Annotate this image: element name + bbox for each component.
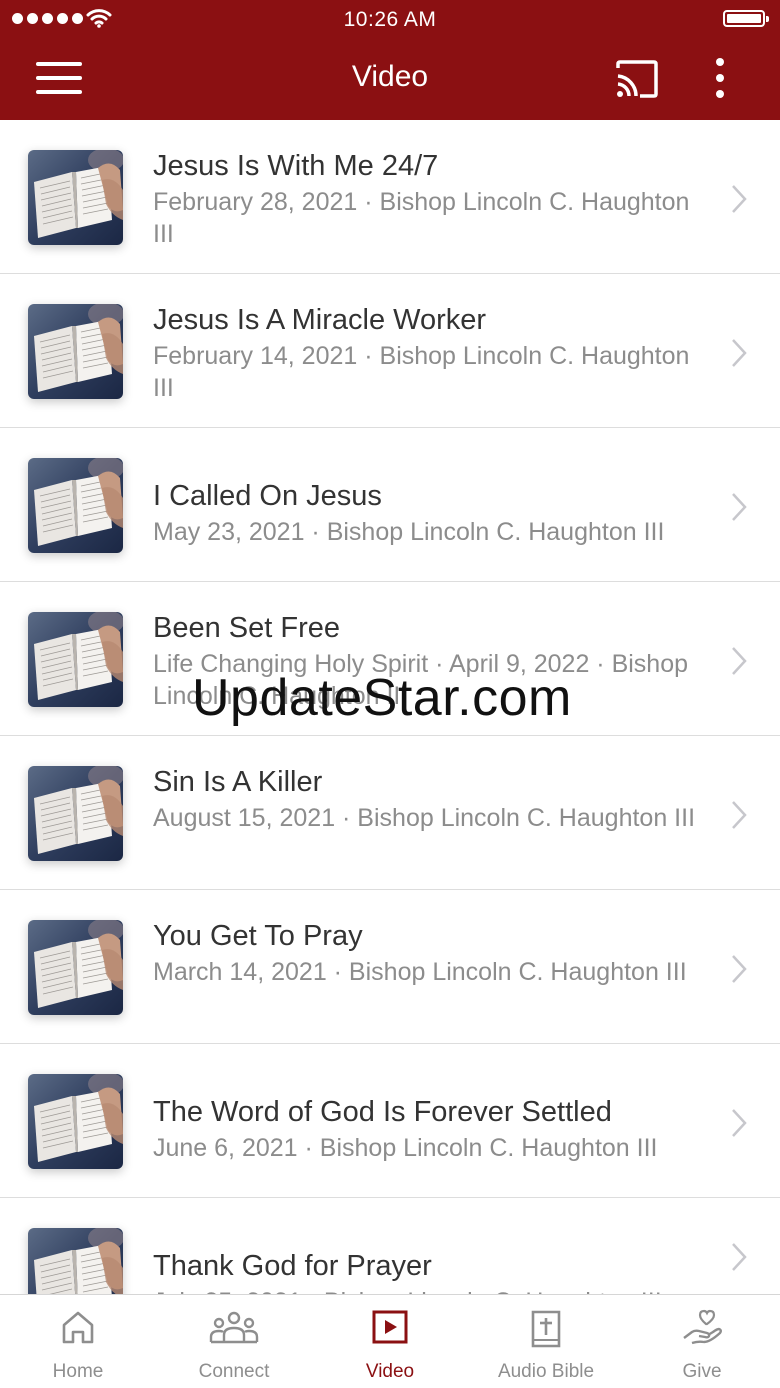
hamburger-menu-icon[interactable] xyxy=(36,62,82,96)
chevron-right-icon xyxy=(732,955,747,983)
chevron-right-icon xyxy=(732,185,747,213)
video-thumbnail xyxy=(28,150,123,245)
chevron-right-icon xyxy=(732,1109,747,1137)
video-list-item[interactable]: I Called On Jesus May 23, 2021 · Bishop … xyxy=(0,428,780,582)
tab-audio-bible-label: Audio Bible xyxy=(497,1361,595,1382)
tab-connect[interactable]: Connect xyxy=(156,1295,312,1388)
bottom-tab-bar: Home Connect Video Audio Bible Give xyxy=(0,1294,780,1387)
video-title: Been Set Free xyxy=(153,612,340,644)
video-title: The Word of God Is Forever Settled xyxy=(153,1096,612,1128)
cast-icon[interactable] xyxy=(612,58,662,102)
video-subtitle: June 6, 2021 · Bishop Lincoln C. Haughto… xyxy=(153,1134,658,1162)
chevron-right-icon xyxy=(732,647,747,675)
video-thumbnail xyxy=(28,612,123,707)
battery-icon xyxy=(723,10,769,27)
video-title: Thank God for Prayer xyxy=(153,1250,432,1282)
chevron-right-icon xyxy=(732,339,747,367)
giving-hand-heart-icon xyxy=(683,1309,722,1345)
tab-home-label: Home xyxy=(52,1361,104,1382)
tab-connect-label: Connect xyxy=(198,1361,270,1382)
video-thumbnail xyxy=(28,1228,123,1294)
video-subtitle: March 14, 2021 · Bishop Lincoln C. Haugh… xyxy=(153,958,687,986)
video-thumbnail xyxy=(28,304,123,399)
video-subtitle: February 28, 2021 · Bishop Lincoln C. Ha… xyxy=(153,188,690,248)
video-list-item[interactable]: Thank God for Prayer July 25, 2021 · Bis… xyxy=(0,1198,780,1294)
app-header: 10:26 AM Video xyxy=(0,0,780,120)
video-title: You Get To Pray xyxy=(153,920,363,952)
video-subtitle: February 14, 2021 · Bishop Lincoln C. Ha… xyxy=(153,342,690,402)
tab-home[interactable]: Home xyxy=(0,1295,156,1388)
video-list-item[interactable]: Jesus Is With Me 24/7 February 28, 2021 … xyxy=(0,120,780,274)
chevron-right-icon xyxy=(732,1243,747,1271)
status-time: 10:26 AM xyxy=(343,8,437,31)
watermark-text: UpdateStar.com xyxy=(192,669,572,727)
tab-give[interactable]: Give xyxy=(624,1295,780,1388)
tab-give-label: Give xyxy=(682,1361,722,1382)
video-title: Sin Is A Killer xyxy=(153,766,323,798)
video-title: Jesus Is A Miracle Worker xyxy=(153,304,487,336)
video-list-item[interactable]: The Word of God Is Forever Settled June … xyxy=(0,1044,780,1198)
video-list-item[interactable]: You Get To Pray March 14, 2021 · Bishop … xyxy=(0,890,780,1044)
status-bar: 10:26 AM xyxy=(0,0,780,40)
video-thumbnail xyxy=(28,458,123,553)
video-subtitle: July 25, 2021 · Bishop Lincoln C. Haught… xyxy=(153,1286,713,1294)
video-play-icon xyxy=(372,1310,408,1344)
people-icon xyxy=(209,1311,259,1344)
chevron-right-icon xyxy=(732,801,747,829)
tab-audio-bible[interactable]: Audio Bible xyxy=(468,1295,624,1388)
video-subtitle: August 15, 2021 · Bishop Lincoln C. Haug… xyxy=(153,804,696,832)
video-thumbnail xyxy=(28,766,123,861)
video-subtitle: May 23, 2021 · Bishop Lincoln C. Haughto… xyxy=(153,518,665,546)
more-vertical-icon[interactable] xyxy=(708,58,732,102)
page-title: Video xyxy=(351,60,429,93)
video-title: I Called On Jesus xyxy=(153,480,382,512)
tab-video[interactable]: Video xyxy=(312,1295,468,1388)
video-thumbnail xyxy=(28,1074,123,1169)
home-icon xyxy=(62,1311,94,1344)
video-title: Jesus Is With Me 24/7 xyxy=(153,150,439,182)
tab-video-label: Video xyxy=(365,1361,415,1382)
chevron-right-icon xyxy=(732,493,747,521)
bible-icon xyxy=(531,1310,561,1348)
video-list-item[interactable]: Jesus Is A Miracle Worker February 14, 2… xyxy=(0,274,780,428)
video-list-item[interactable]: Sin Is A Killer August 15, 2021 · Bishop… xyxy=(0,736,780,890)
video-thumbnail xyxy=(28,920,123,1015)
